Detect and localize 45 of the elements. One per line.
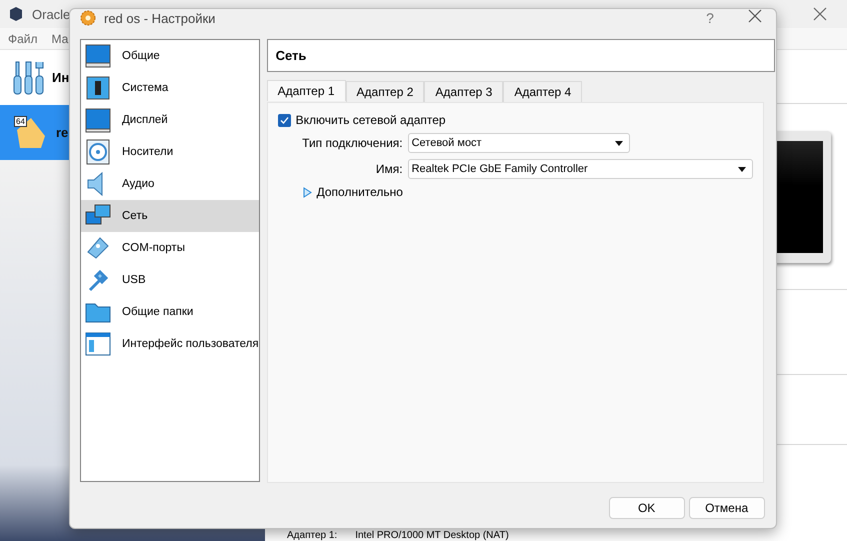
checkbox[interactable] — [278, 114, 291, 126]
sidebar-item[interactable]: Сеть — [81, 200, 259, 232]
cube-icon — [8, 6, 24, 22]
dialog-title: red os - Настройки — [104, 10, 216, 26]
window-title: Oracle — [32, 6, 70, 22]
os-logo-icon — [14, 116, 48, 150]
vm-name: re — [56, 125, 68, 140]
ok-button[interactable]: OK — [608, 497, 685, 519]
caret-icon — [614, 140, 623, 146]
tools-icon — [12, 60, 46, 96]
display-icon — [84, 106, 112, 134]
chip-icon — [84, 74, 112, 102]
tools-label[interactable]: Ин — [52, 70, 70, 85]
tab[interactable]: Адаптер 2 — [346, 81, 424, 102]
gear-icon — [80, 10, 96, 26]
cancel-button[interactable]: Отмена — [688, 497, 765, 519]
checkbox-label: Включить сетевой адаптер — [296, 113, 446, 127]
sidebar-item[interactable]: Система — [81, 72, 259, 104]
sidebar-item[interactable]: Общие папки — [81, 296, 259, 328]
caret-icon — [738, 166, 746, 172]
window-layout-icon — [84, 330, 112, 358]
help-button[interactable]: ? — [698, 10, 722, 26]
sidebar-item[interactable]: COM-порты — [81, 232, 259, 264]
advanced-toggle[interactable]: Дополнительно — [302, 185, 753, 199]
field-label: Тип подключения: — [301, 136, 403, 150]
sidebar-item[interactable]: Интерфейс пользователя — [81, 328, 259, 360]
detail-value: Intel PRO/1000 MT Desktop (NAT) — [355, 530, 509, 541]
menu-item[interactable]: Ма — [52, 32, 68, 46]
sidebar-item[interactable]: Аудио — [81, 168, 259, 200]
tab[interactable]: Адаптер 1 — [266, 80, 346, 101]
sidebar-item[interactable]: Дисплей — [81, 104, 259, 136]
monitor-icon — [84, 42, 112, 70]
dropdown[interactable]: Realtek PCIe GbE Family Controller — [408, 159, 753, 179]
page-title: Сеть — [266, 39, 775, 72]
menu-item[interactable]: Файл — [8, 32, 38, 46]
detail-label: Адаптер 1: — [287, 530, 338, 541]
close-icon[interactable] — [813, 7, 827, 21]
dropdown[interactable]: Сетевой мост — [408, 133, 630, 153]
sidebar-item[interactable]: USB — [81, 264, 259, 296]
field-label: Имя: — [374, 162, 403, 176]
sidebar-item[interactable]: Общие — [81, 40, 259, 72]
tab[interactable]: Адаптер 4 — [503, 81, 582, 102]
tab[interactable]: Адаптер 3 — [424, 81, 504, 102]
arch-badge: 64 — [14, 116, 27, 126]
sidebar-item[interactable]: Носители — [81, 136, 259, 168]
